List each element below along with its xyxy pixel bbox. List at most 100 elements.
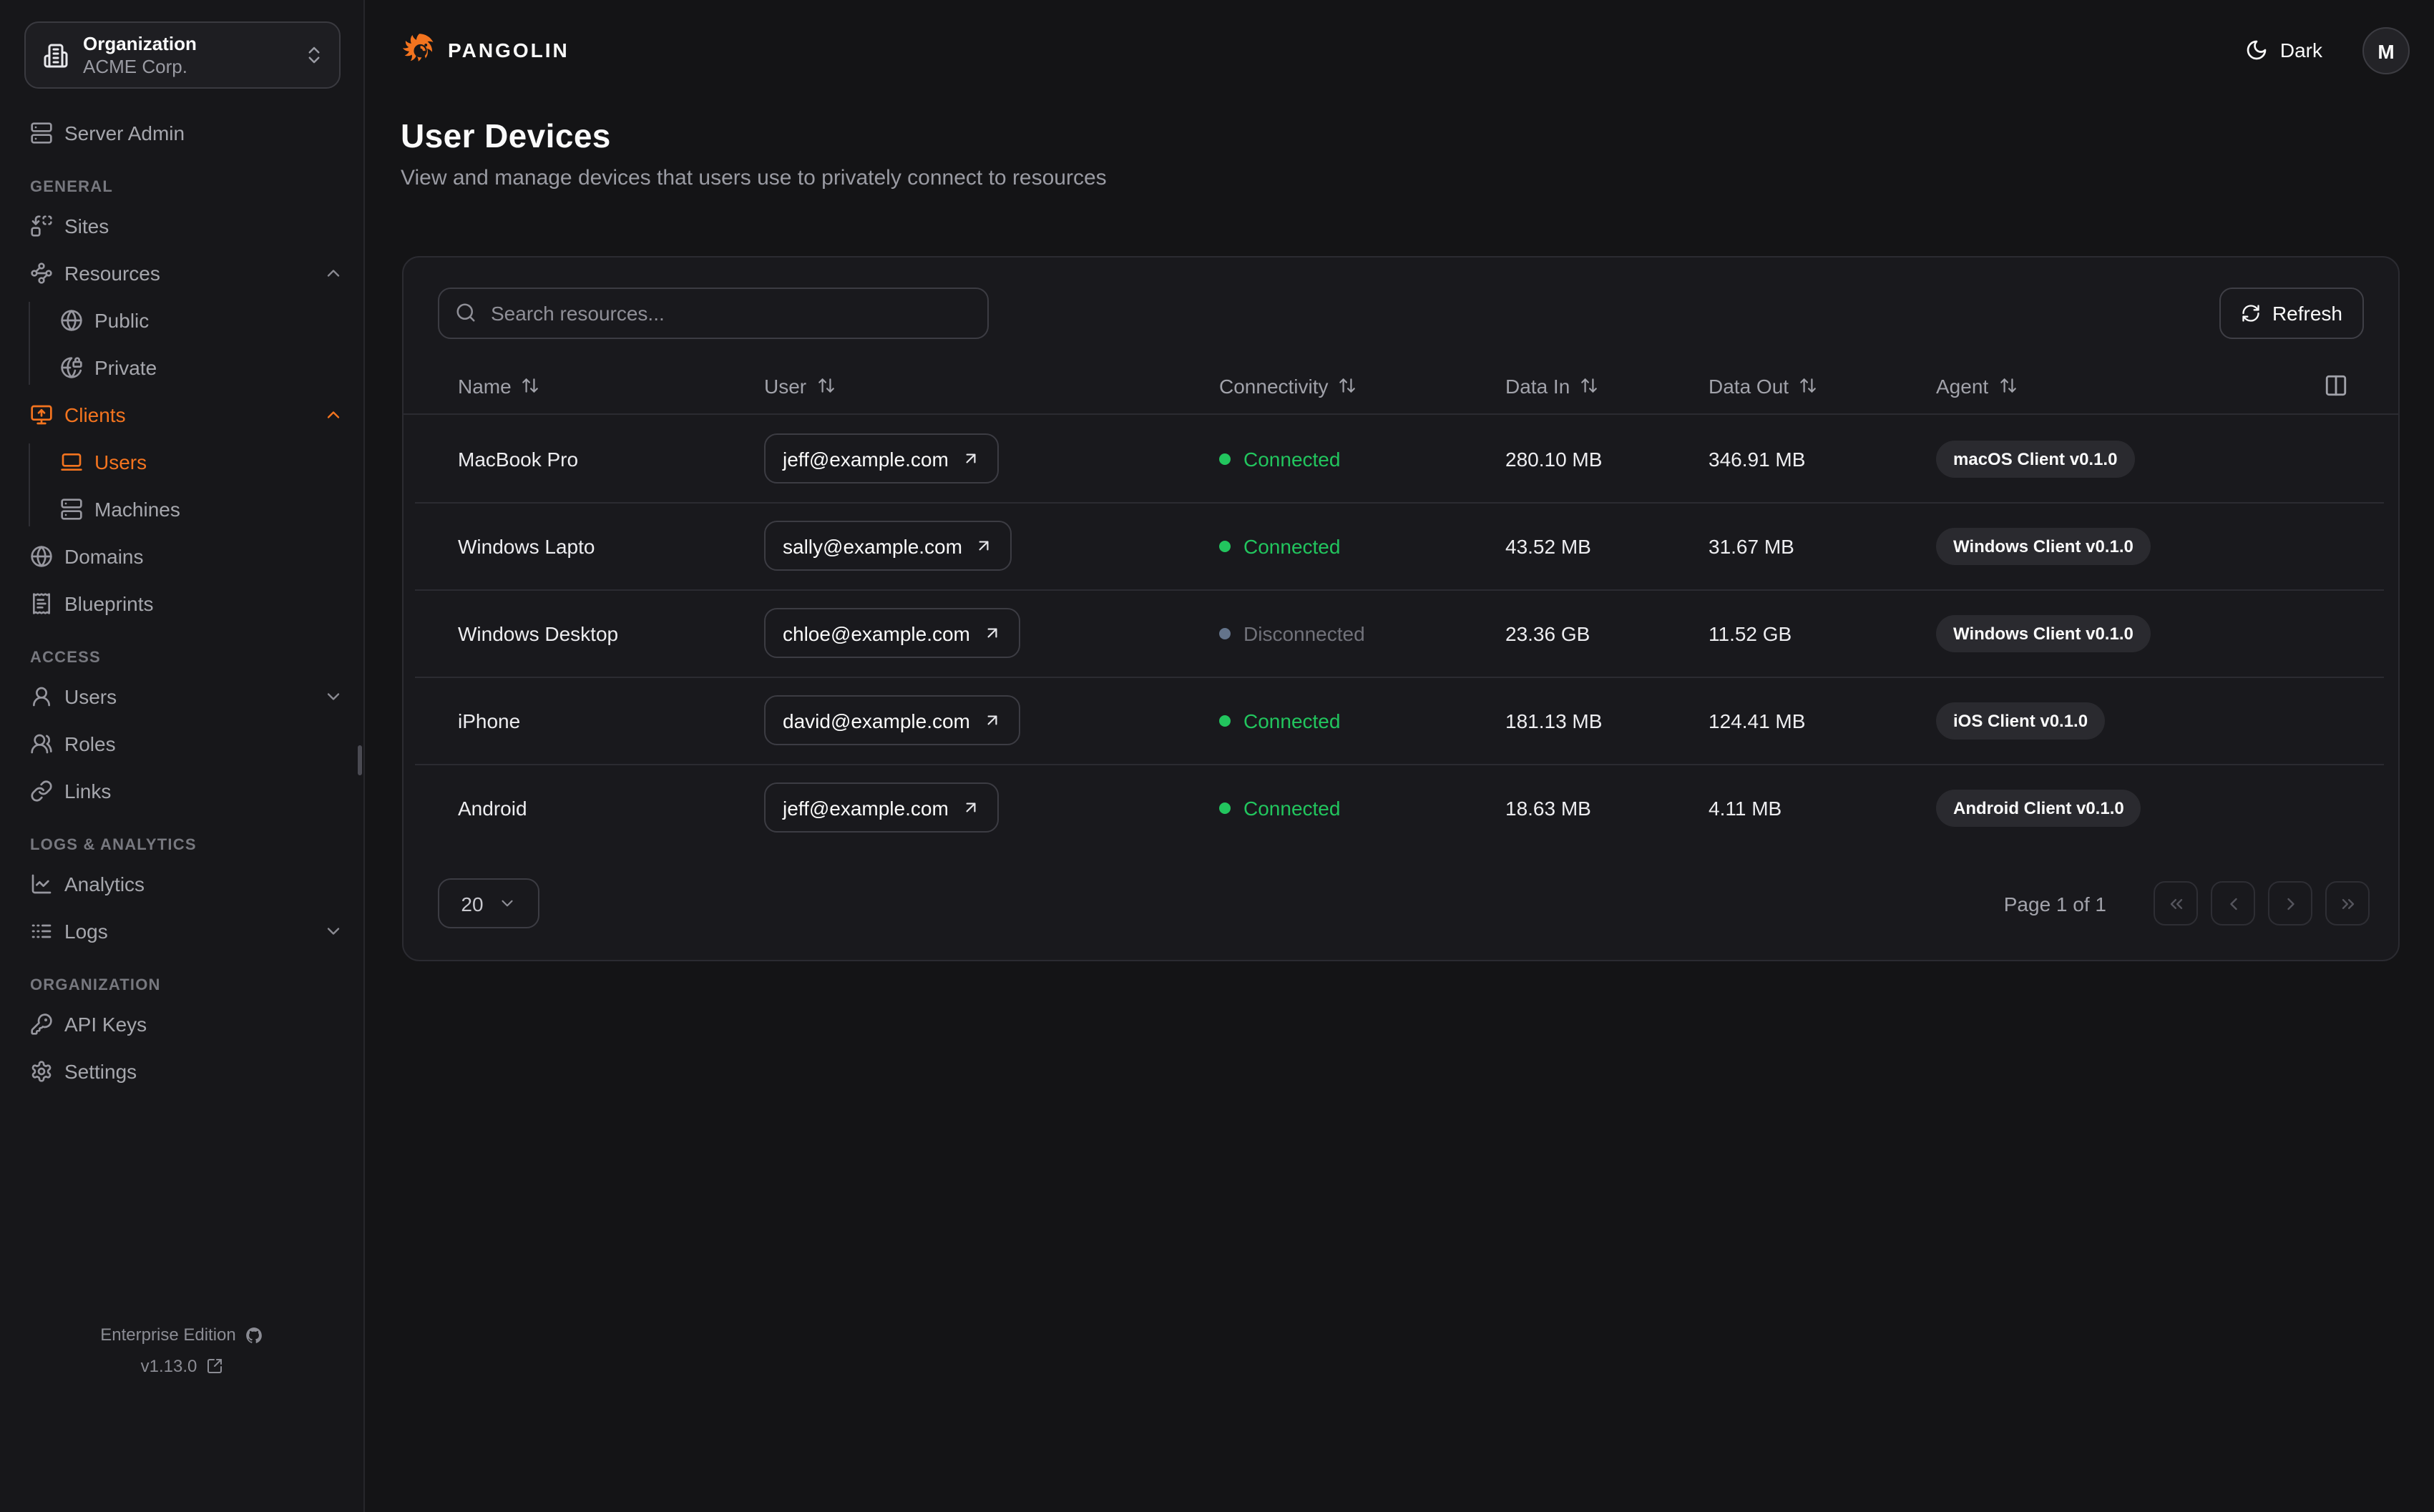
page-size-value: 20 [461, 892, 484, 915]
page-size-select[interactable]: 20 [438, 878, 539, 928]
sidebar-footer: Enterprise Edition v1.13.0 [0, 1319, 363, 1382]
version-label: v1.13.0 [140, 1356, 197, 1376]
search-input[interactable] [438, 288, 989, 339]
sidebar-item-analytics[interactable]: Analytics [17, 860, 346, 907]
chevron-down-icon [498, 894, 517, 913]
arrow-up-right-icon [962, 449, 980, 468]
sort-icon [522, 376, 540, 395]
column-header-label: Data Out [1709, 374, 1789, 397]
sidebar-item-sites[interactable]: Sites [17, 202, 346, 249]
chevron-right-icon [2280, 893, 2300, 913]
prev-page-button[interactable] [2211, 881, 2255, 926]
chevron-up-icon [323, 404, 343, 424]
monitor-up-icon [30, 403, 53, 426]
logs-icon [30, 919, 53, 942]
column-header-agent[interactable]: Agent [1936, 374, 2279, 397]
theme-toggle[interactable]: Dark [2246, 31, 2322, 69]
sidebar-item-label: Links [64, 779, 112, 802]
sidebar-item-private[interactable]: Private [17, 343, 346, 391]
sidebar-item-links[interactable]: Links [17, 767, 346, 814]
data-in-cell: 18.63 MB [1505, 796, 1591, 819]
version-link[interactable]: v1.13.0 [0, 1350, 363, 1382]
connectivity-label: Connected [1243, 447, 1341, 470]
sidebar-item-users[interactable]: Users [17, 438, 346, 485]
column-header-data-in[interactable]: Data In [1505, 374, 1709, 397]
sidebar-item-label: Users [94, 450, 147, 473]
last-page-button[interactable] [2325, 881, 2370, 926]
sidebar-item-label: Blueprints [64, 591, 154, 614]
chevron-down-icon [323, 686, 343, 706]
column-header-label: Name [458, 374, 512, 397]
sidebar-item-logs[interactable]: Logs [17, 907, 346, 954]
data-out-cell: 31.67 MB [1709, 534, 1794, 557]
device-name-cell: iPhone [458, 709, 521, 732]
sidebar-item-label: Analytics [64, 872, 145, 895]
connectivity-label: Connected [1243, 709, 1341, 732]
laptop-icon [60, 450, 83, 473]
sidebar-item-blueprints[interactable]: Blueprints [17, 579, 346, 627]
org-selector[interactable]: Organization ACME Corp. [24, 21, 341, 89]
edition-link[interactable]: Enterprise Edition [0, 1319, 363, 1350]
org-selector-value: ACME Corp. [83, 55, 187, 77]
status-dot-icon [1219, 627, 1231, 639]
user-link-button[interactable]: sally@example.com [764, 521, 1012, 571]
column-header-data-out[interactable]: Data Out [1709, 374, 1936, 397]
sidebar-item-settings[interactable]: Settings [17, 1047, 346, 1094]
user-link-button[interactable]: chloe@example.com [764, 608, 1020, 658]
refresh-label: Refresh [2272, 302, 2342, 325]
sidebar-item-label: Settings [64, 1059, 137, 1082]
nav-sub-group: Public Private [17, 296, 346, 391]
user-link-button[interactable]: jeff@example.com [764, 433, 999, 483]
connectivity-label: Disconnected [1243, 622, 1365, 644]
sites-icon [30, 214, 53, 237]
globe-icon [30, 544, 53, 567]
sidebar-item-public[interactable]: Public [17, 296, 346, 343]
column-header-name[interactable]: Name [458, 374, 764, 397]
agent-cell: Windows Client v0.1.0 [1936, 527, 2279, 564]
user-email: jeff@example.com [783, 447, 949, 470]
refresh-button[interactable]: Refresh [2219, 288, 2364, 339]
sidebar-item-clients[interactable]: Clients [17, 391, 346, 438]
brand[interactable]: PANGOLIN [401, 31, 570, 69]
connectivity-cell: Connected [1219, 709, 1505, 732]
org-selector-texts: Organization ACME Corp. [83, 32, 289, 78]
column-visibility-button[interactable] [2324, 373, 2348, 398]
column-header-connectivity[interactable]: Connectivity [1219, 374, 1505, 397]
table-row: Android jeff@example.com Connected 18.63 MB… [404, 764, 2398, 851]
table-row: iPhone david@example.com Connected 181.13 M… [404, 677, 2398, 764]
github-icon [245, 1325, 263, 1344]
sidebar-item-server-admin[interactable]: Server Admin [17, 109, 346, 156]
sidebar-item-api-keys[interactable]: API Keys [17, 1000, 346, 1047]
sidebar-item-users[interactable]: Users [17, 672, 346, 720]
sidebar-scrollbar[interactable] [358, 745, 362, 775]
user-link-button[interactable]: david@example.com [764, 695, 1020, 745]
users-icon [30, 732, 53, 755]
user-avatar[interactable]: M [2362, 27, 2410, 74]
user-email: david@example.com [783, 709, 970, 732]
edition-label: Enterprise Edition [100, 1325, 236, 1345]
sidebar-item-roles[interactable]: Roles [17, 720, 346, 767]
device-name-cell: Windows Desktop [458, 622, 619, 644]
data-in-cell: 43.52 MB [1505, 534, 1591, 557]
avatar-initial: M [2377, 39, 2395, 62]
sidebar-item-resources[interactable]: Resources [17, 249, 346, 296]
status-dot-icon [1219, 715, 1231, 726]
column-header-user[interactable]: User [764, 374, 1219, 397]
chevrons-up-down-icon [303, 44, 325, 66]
user-link-button[interactable]: jeff@example.com [764, 782, 999, 833]
org-selector-label: Organization [83, 32, 197, 54]
page-header: User Devices View and manage devices tha… [401, 117, 1107, 190]
chevron-up-icon [323, 262, 343, 283]
user-email: jeff@example.com [783, 796, 949, 819]
search-wrap [438, 288, 989, 339]
next-page-button[interactable] [2268, 881, 2312, 926]
sidebar-item-machines[interactable]: Machines [17, 485, 346, 532]
chevron-left-icon [2223, 893, 2243, 913]
first-page-button[interactable] [2154, 881, 2198, 926]
sidebar-item-domains[interactable]: Domains [17, 532, 346, 579]
sidebar-item-label: Sites [64, 214, 109, 237]
sort-icon [1799, 376, 1817, 395]
chevrons-left-icon [2166, 893, 2186, 913]
settings-icon [30, 1059, 53, 1082]
table-row: Windows Lapto sally@example.com Connected 4… [404, 502, 2398, 589]
